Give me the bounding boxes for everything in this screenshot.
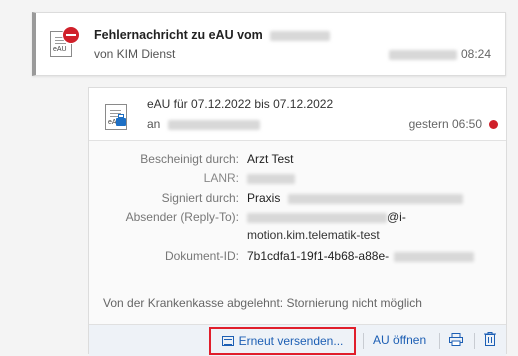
action-toolbar: Erneut versenden... AU öffnen bbox=[89, 324, 506, 356]
unread-dot-icon bbox=[489, 120, 498, 129]
resend-button[interactable]: Erneut versenden... bbox=[209, 327, 356, 355]
trash-icon[interactable] bbox=[484, 332, 496, 346]
open-au-button[interactable]: AU öffnen bbox=[373, 333, 426, 347]
rejection-status: Von der Krankenkasse abgelehnt: Stornier… bbox=[103, 296, 422, 310]
message-time: 08:24 bbox=[388, 47, 491, 61]
resend-icon bbox=[221, 336, 234, 346]
eau-detail-card: eAU eAU für 07.12.2022 bis 07.12.2022 an… bbox=[88, 87, 507, 356]
detail-header: eAU eAU für 07.12.2022 bis 07.12.2022 an… bbox=[89, 88, 506, 141]
detail-title: eAU für 07.12.2022 bis 07.12.2022 bbox=[147, 97, 334, 111]
error-message-card[interactable]: eAU Fehlernachricht zu eAU vom von KIM D… bbox=[32, 12, 506, 76]
field-absender-line2: motion.kim.telematik-test bbox=[247, 228, 380, 242]
error-badge-icon bbox=[62, 26, 80, 44]
message-title: Fehlernachricht zu eAU vom bbox=[94, 28, 331, 42]
message-sender: von KIM Dienst bbox=[94, 47, 176, 61]
detail-time: gestern 06:50 bbox=[408, 117, 482, 131]
detail-recipient: an bbox=[147, 117, 260, 131]
printer-icon[interactable] bbox=[449, 333, 463, 346]
print-status-icon bbox=[116, 114, 126, 126]
